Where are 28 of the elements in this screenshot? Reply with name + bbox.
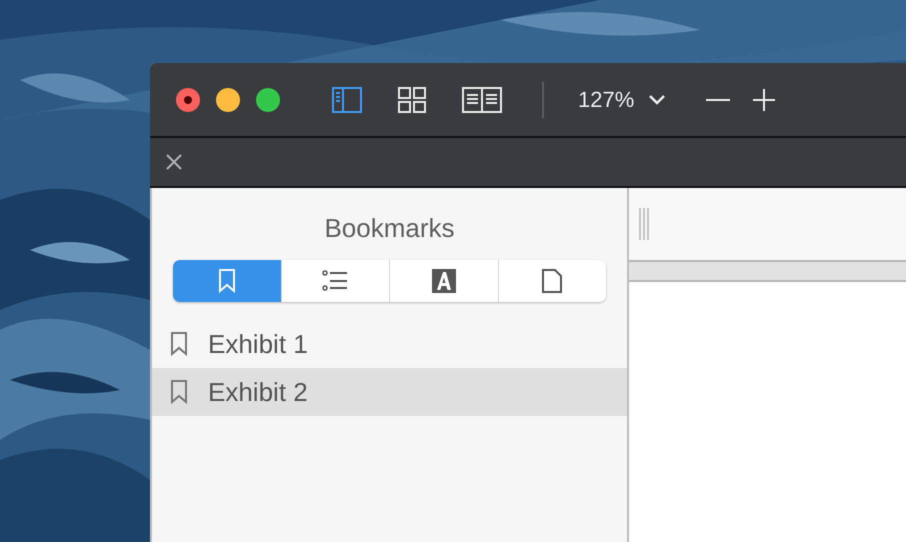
zoom-in-button[interactable] xyxy=(752,88,776,112)
maximize-window-icon[interactable] xyxy=(256,88,280,112)
zoom-dropdown[interactable]: 127% xyxy=(578,83,666,116)
sidebar-tab[interactable] xyxy=(173,260,280,302)
minus-icon xyxy=(706,98,730,100)
grid-icon xyxy=(398,86,426,112)
sidebar-tab[interactable] xyxy=(389,260,498,302)
bookmark-item[interactable]: Exhibit 1 xyxy=(152,320,627,368)
sidebar-tab[interactable] xyxy=(498,260,606,302)
sidebar-icon xyxy=(332,86,362,112)
bookmark-item[interactable]: Exhibit 2 xyxy=(152,368,627,416)
grip-icon[interactable] xyxy=(639,208,649,240)
font-icon xyxy=(432,269,456,293)
list-icon xyxy=(322,270,348,292)
sidebar-title: Bookmarks xyxy=(324,212,455,244)
page-icon xyxy=(542,269,562,293)
view-mode-button[interactable] xyxy=(332,86,362,112)
bookmark-icon xyxy=(170,332,188,356)
bookmark-icon xyxy=(218,269,236,293)
two-page-icon xyxy=(462,86,502,112)
minimize-window-icon[interactable] xyxy=(216,88,240,112)
sidebar-tab[interactable] xyxy=(280,260,389,302)
plus-icon xyxy=(752,88,776,112)
view-mode-button[interactable] xyxy=(398,86,426,112)
close-window-icon[interactable] xyxy=(176,88,200,112)
close-icon[interactable] xyxy=(166,154,182,170)
bookmark-icon xyxy=(170,380,188,404)
chevron-down-icon xyxy=(648,94,666,105)
